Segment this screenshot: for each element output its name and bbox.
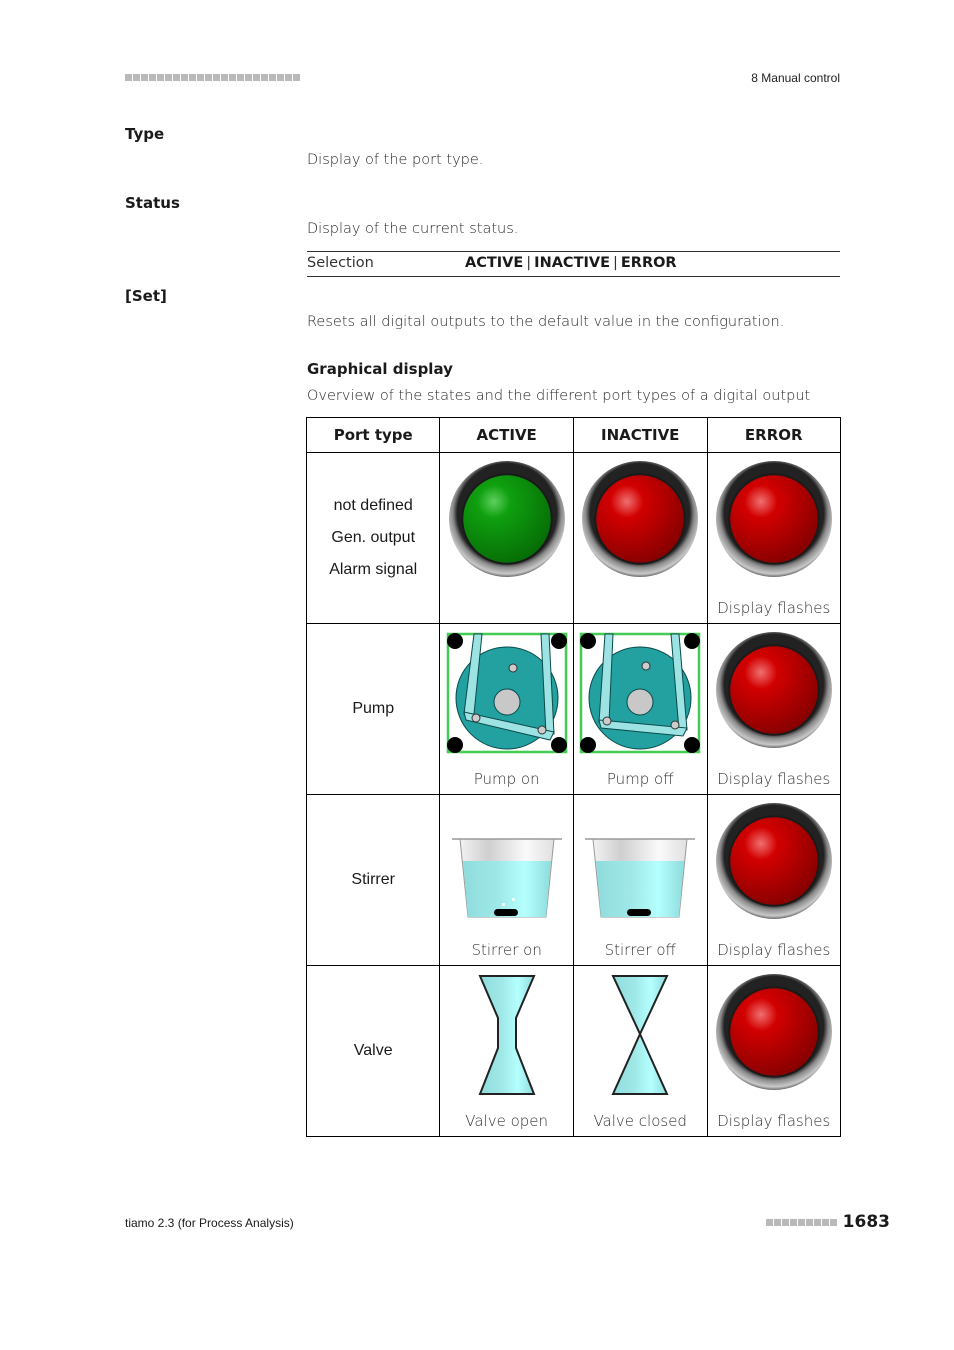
port-type-label: Pump bbox=[352, 700, 395, 717]
valve-closed-icon bbox=[611, 975, 669, 1095]
inactive-cell: Stirrer off bbox=[572, 794, 708, 966]
port-type-label: Gen. output bbox=[331, 529, 416, 546]
port-type-cell: Valve bbox=[305, 965, 441, 1137]
col-inactive: INACTIVE bbox=[572, 417, 708, 453]
desc-status: Display of the current status. bbox=[307, 221, 519, 237]
green-led-icon bbox=[448, 461, 565, 577]
active-cell: Pump on bbox=[439, 623, 574, 795]
red-led-icon bbox=[582, 461, 699, 577]
active-cell: Stirrer on bbox=[439, 794, 574, 966]
port-type-cell: Stirrer bbox=[305, 794, 441, 966]
error-cell: Display flashes bbox=[706, 965, 842, 1137]
term-set: [Set] bbox=[125, 287, 167, 305]
state-caption: Valve closed bbox=[593, 1112, 687, 1130]
option-error: ERROR bbox=[620, 255, 677, 271]
header-decoration bbox=[125, 74, 300, 81]
red-led-icon bbox=[715, 974, 832, 1090]
col-error: ERROR bbox=[706, 417, 842, 453]
table-row: Valve Valve open Valve closed Display fl… bbox=[305, 965, 842, 1137]
active-cell bbox=[439, 452, 574, 624]
col-port-type: Port type bbox=[305, 417, 441, 453]
table-row: Pump Pump on Pump off Display flashes bbox=[305, 623, 842, 795]
page-number: 1683 bbox=[842, 1212, 890, 1232]
selection-values: ACTIVE | INACTIVE | ERROR bbox=[465, 255, 677, 271]
section-heading: Graphical display bbox=[307, 360, 453, 378]
inactive-cell bbox=[572, 452, 708, 624]
option-active: ACTIVE bbox=[465, 255, 524, 271]
error-cell: Display flashes bbox=[706, 623, 842, 795]
footer-page: 1683 bbox=[765, 1212, 890, 1232]
section-intro: Overview of the states and the different… bbox=[307, 388, 811, 404]
port-state-table: Port type ACTIVE INACTIVE ERROR not defi… bbox=[305, 417, 842, 1137]
term-status: Status bbox=[125, 194, 180, 212]
state-caption: Display flashes bbox=[717, 1112, 831, 1130]
active-cell: Valve open bbox=[439, 965, 574, 1137]
state-caption: Stirrer off bbox=[604, 941, 676, 959]
error-cell: Display flashes bbox=[706, 794, 842, 966]
footer-product: tiamo 2.3 (for Process Analysis) bbox=[125, 1216, 294, 1230]
selection-row: Selection ACTIVE | INACTIVE | ERROR bbox=[307, 251, 840, 277]
state-caption: Stirrer on bbox=[471, 941, 542, 959]
selection-label: Selection bbox=[307, 255, 374, 271]
error-cell: Display flashes bbox=[706, 452, 842, 624]
port-type-label: Valve bbox=[353, 1042, 393, 1059]
table-header-row: Port type ACTIVE INACTIVE ERROR bbox=[305, 417, 842, 453]
pump-on-icon bbox=[446, 632, 567, 754]
inactive-cell: Valve closed bbox=[572, 965, 708, 1137]
separator: | bbox=[526, 255, 532, 271]
state-caption: Display flashes bbox=[717, 941, 831, 959]
state-caption: Display flashes bbox=[717, 770, 831, 788]
red-led-icon bbox=[715, 632, 832, 748]
state-caption: Pump off bbox=[606, 770, 674, 788]
col-active: ACTIVE bbox=[439, 417, 574, 453]
red-led-icon bbox=[715, 803, 832, 919]
option-inactive: INACTIVE bbox=[534, 255, 610, 271]
port-type-cell: not defined Gen. output Alarm signal bbox=[305, 452, 441, 624]
state-caption: Display flashes bbox=[717, 599, 831, 617]
pump-off-icon bbox=[579, 632, 701, 754]
desc-set: Resets all digital outputs to the defaul… bbox=[307, 314, 785, 330]
port-type-label: not defined bbox=[333, 497, 413, 514]
table-row: Stirrer Stirrer on Stirrer off Display f… bbox=[305, 794, 842, 966]
state-caption: Pump on bbox=[473, 770, 540, 788]
separator: | bbox=[612, 255, 618, 271]
port-type-label: Stirrer bbox=[351, 871, 395, 888]
footer-decoration bbox=[765, 1218, 837, 1226]
red-led-icon bbox=[715, 461, 832, 577]
table-row: not defined Gen. output Alarm signal Dis… bbox=[305, 452, 842, 624]
valve-open-icon bbox=[478, 975, 536, 1095]
port-type-label: Alarm signal bbox=[329, 561, 418, 578]
stirrer-off-icon bbox=[585, 838, 696, 918]
term-type: Type bbox=[125, 125, 165, 143]
port-type-cell: Pump bbox=[305, 623, 441, 795]
stirrer-on-icon bbox=[451, 838, 562, 918]
inactive-cell: Pump off bbox=[572, 623, 708, 795]
chapter-title: 8 Manual control bbox=[751, 71, 840, 85]
state-caption: Valve open bbox=[465, 1112, 549, 1130]
desc-type: Display of the port type. bbox=[307, 152, 484, 168]
